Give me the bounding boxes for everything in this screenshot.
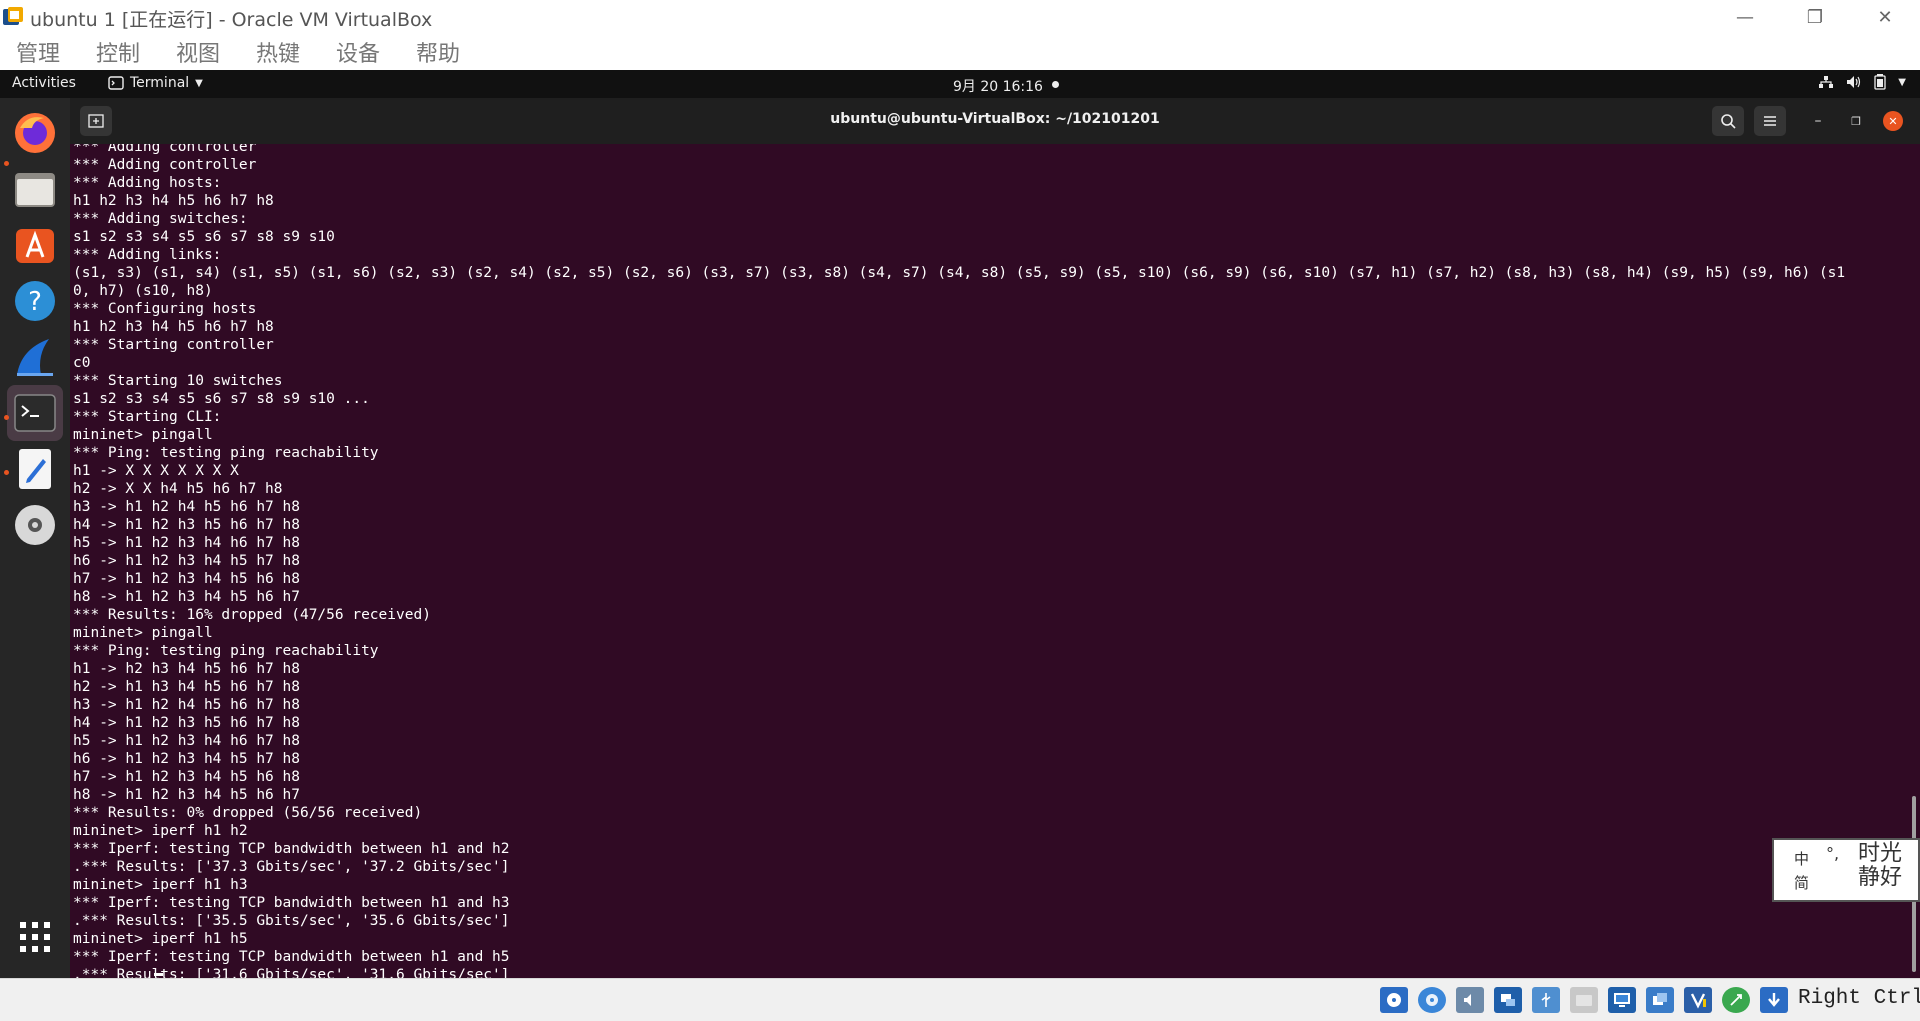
virtualbox-app-icon (3, 7, 23, 25)
system-tray[interactable]: ▼ (1818, 74, 1906, 90)
files-icon[interactable] (7, 161, 63, 217)
host-key-label: Right Ctrl (1798, 987, 1920, 1010)
shared-folders-icon[interactable] (1570, 987, 1598, 1013)
terminal-output: *** Adding controller *** Adding control… (73, 144, 1846, 978)
notification-dot (1052, 81, 1059, 88)
search-icon (1721, 114, 1736, 129)
terminal-headerbar: ubuntu@ubuntu-VirtualBox: ~/102101201 – … (70, 98, 1920, 144)
app-menu-label: Terminal (130, 75, 190, 91)
usb-icon[interactable] (1532, 987, 1560, 1013)
app-menu[interactable]: Terminal ▼ (108, 75, 203, 91)
menu-view[interactable]: 视图 (176, 36, 220, 68)
menu-hotkeys[interactable]: 热键 (256, 36, 300, 68)
ime-stamp-bottom: 静好 (1858, 865, 1903, 890)
menu-control[interactable]: 控制 (96, 36, 140, 68)
disc-icon[interactable] (7, 497, 63, 553)
menu-devices[interactable]: 设备 (336, 36, 380, 68)
terminal-close-button[interactable]: ✕ (1883, 111, 1903, 131)
chevron-down-icon: ▼ (1898, 76, 1906, 88)
terminal-icon[interactable] (7, 385, 63, 441)
chevron-down-icon: ▼ (195, 77, 203, 89)
ubuntu-dock: ? (0, 98, 70, 978)
svg-text:?: ? (28, 287, 42, 317)
terminal-maximize-button[interactable]: ❐ (1846, 111, 1866, 131)
running-indicator (4, 415, 9, 420)
activities-button[interactable]: Activities (12, 75, 76, 91)
terminal-output-area[interactable]: *** Adding controller *** Adding control… (70, 144, 1920, 978)
text-editor-icon[interactable] (7, 441, 63, 497)
host-key-arrow-icon[interactable] (1760, 987, 1788, 1013)
optical-drive-icon[interactable] (1418, 987, 1446, 1013)
restore-button[interactable]: ❐ (1780, 0, 1850, 34)
search-button[interactable] (1712, 106, 1744, 136)
battery-icon (1874, 74, 1886, 90)
vbox-statusbar: Right Ctrl (0, 978, 1920, 1021)
firefox-icon[interactable] (7, 105, 63, 161)
text-cursor (154, 973, 163, 976)
help-icon[interactable]: ? (7, 273, 63, 329)
ime-stamp-top: 时光 (1858, 841, 1903, 866)
wireshark-icon[interactable] (7, 329, 63, 385)
close-button[interactable]: ✕ (1850, 0, 1920, 34)
hard-disk-icon[interactable] (1380, 987, 1408, 1013)
vbox-titlebar: ubuntu 1 [正在运行] - Oracle VM VirtualBox —… (0, 0, 1920, 34)
window-title: ubuntu 1 [正在运行] - Oracle VM VirtualBox (30, 9, 433, 31)
menu-manage[interactable]: 管理 (16, 36, 60, 68)
ubuntu-top-bar: Activities Terminal ▼ 9月 20 16:16 ▼ (0, 70, 1920, 98)
terminal-small-icon (108, 76, 124, 90)
ime-charset-label[interactable]: 简 (1794, 872, 1809, 893)
ime-skin-stamp: 时光 静好 (1858, 842, 1902, 890)
show-apps-icon[interactable] (7, 909, 63, 965)
terminal-minimize-button[interactable]: – (1808, 111, 1828, 131)
volume-icon (1847, 76, 1861, 88)
minimize-button[interactable]: — (1710, 0, 1780, 34)
audio-icon[interactable] (1456, 987, 1484, 1013)
ime-mode-label[interactable]: 中 (1794, 848, 1809, 869)
menu-help[interactable]: 帮助 (416, 36, 460, 68)
hamburger-menu-button[interactable] (1754, 106, 1786, 136)
ime-punct-label[interactable]: °, (1826, 844, 1839, 863)
mouse-integration-icon[interactable] (1722, 987, 1750, 1013)
clock[interactable]: 9月 20 16:16 (953, 76, 1043, 96)
terminal-title: ubuntu@ubuntu-VirtualBox: ~/102101201 (830, 111, 1160, 127)
network-icon (1819, 76, 1834, 88)
recording-icon[interactable] (1646, 987, 1674, 1013)
ime-status-widget[interactable]: 中 简 °, 时光 静好 (1772, 838, 1920, 902)
vbox-menubar: 管理 控制 视图 热键 设备 帮助 (0, 34, 1920, 70)
display-icon[interactable] (1608, 987, 1636, 1013)
network-adapter-icon[interactable] (1494, 987, 1522, 1013)
virtualization-icon[interactable] (1684, 987, 1712, 1013)
running-indicator (4, 470, 9, 475)
hamburger-icon (1764, 116, 1776, 126)
guest-screen[interactable]: Activities Terminal ▼ 9月 20 16:16 ▼ ? ub… (0, 70, 1920, 978)
software-icon[interactable] (7, 217, 63, 273)
